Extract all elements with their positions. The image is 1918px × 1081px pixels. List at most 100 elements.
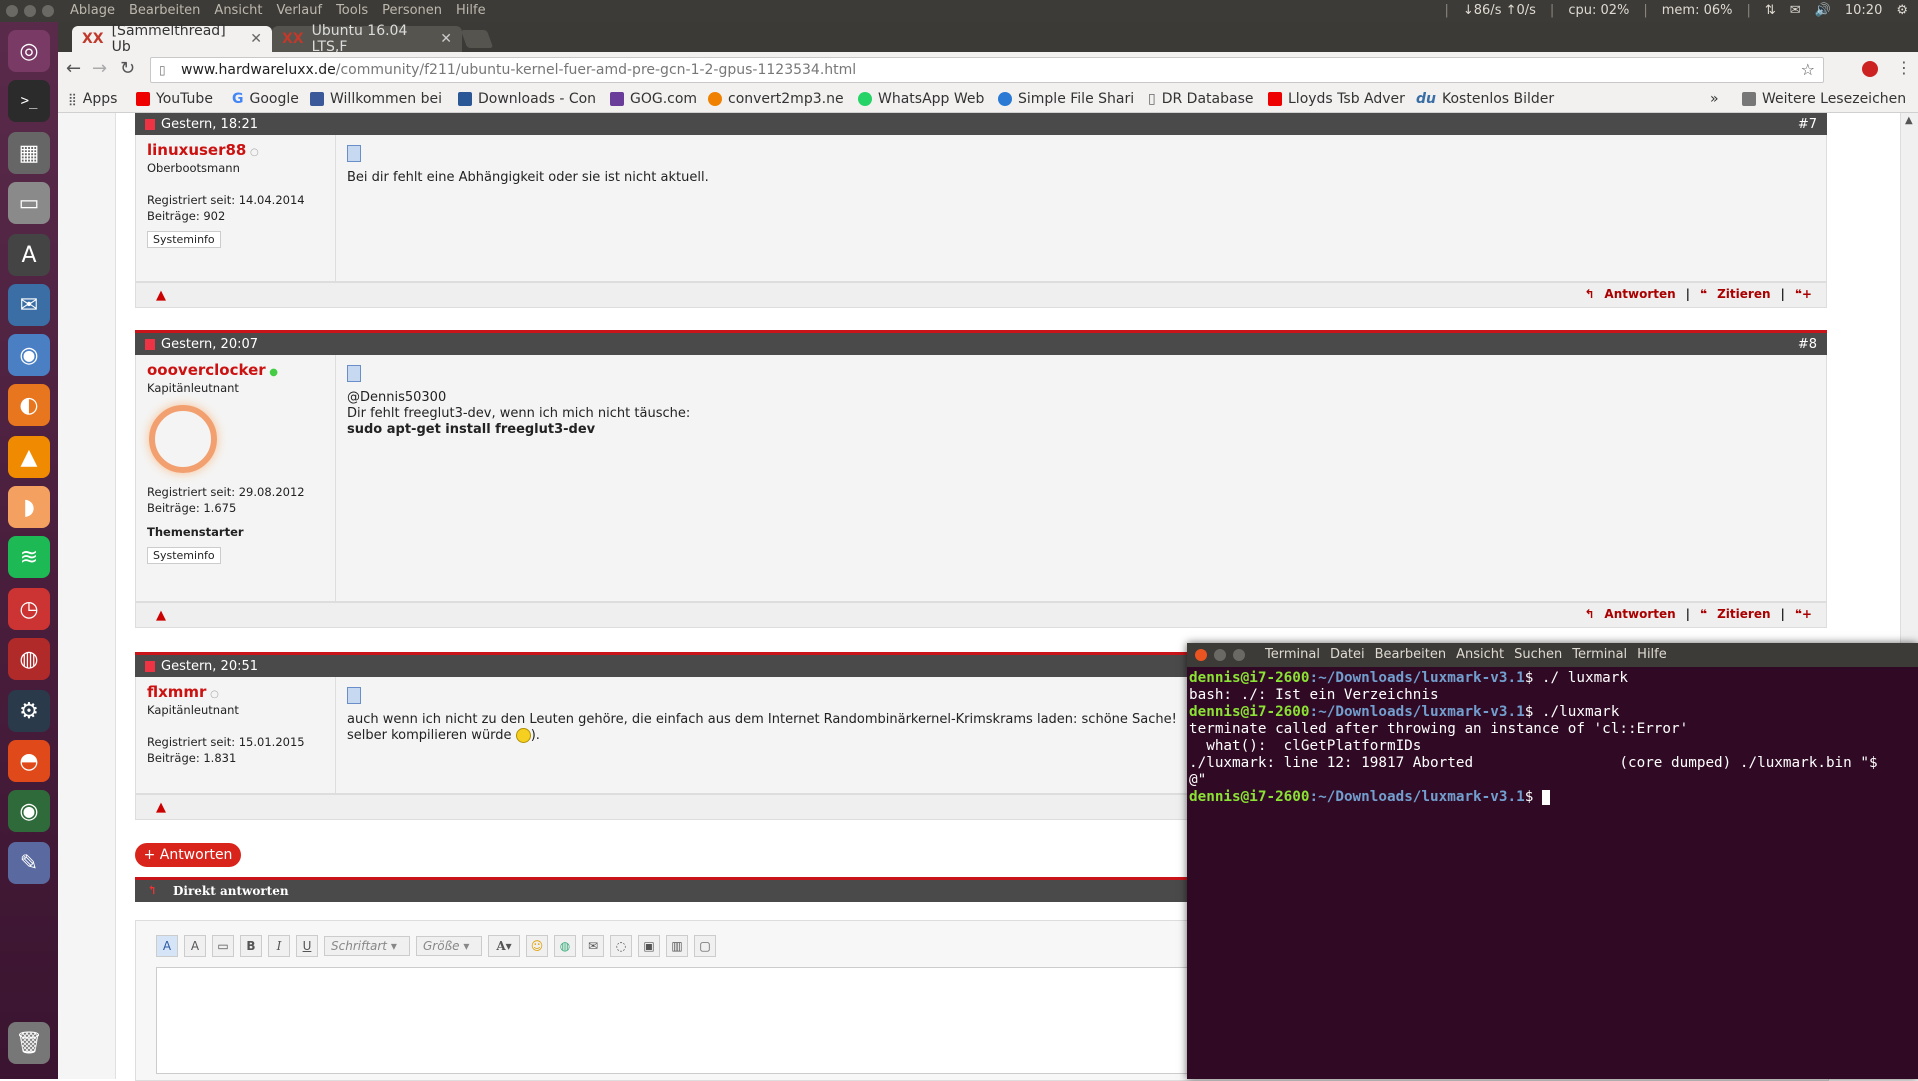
timer-icon[interactable]: ◷ xyxy=(8,588,50,630)
reload-icon[interactable]: ↻ xyxy=(120,58,135,79)
clock[interactable]: 10:20 xyxy=(1845,3,1882,18)
menu-verlauf[interactable]: Verlauf xyxy=(276,3,322,18)
forward-icon[interactable]: → xyxy=(92,58,107,79)
calculator-icon[interactable]: ▦ xyxy=(8,132,50,174)
thunderbird-icon[interactable]: ✉ xyxy=(8,284,50,326)
font-select[interactable]: Schriftart ▾ xyxy=(324,936,410,956)
address-bar[interactable]: ▯ www.hardwareluxx.de/community/f211/ubu… xyxy=(150,57,1824,83)
window-close-icon[interactable] xyxy=(6,5,18,17)
bookmark-gog[interactable]: GOG.com xyxy=(610,91,697,107)
multiquote-icon[interactable]: ❝+ xyxy=(1795,287,1812,301)
tab-ubuntu[interactable]: XX Ubuntu 16.04 LTS,F ✕ xyxy=(272,23,462,55)
menu-ansicht[interactable]: Ansicht xyxy=(214,3,262,18)
italic-icon[interactable]: I xyxy=(268,935,290,957)
menu-ablage[interactable]: Ablage xyxy=(70,3,115,18)
terminal-close-icon[interactable] xyxy=(1195,649,1207,661)
trash-icon[interactable]: 🗑 xyxy=(8,1022,50,1064)
steam-icon[interactable]: ⚙ xyxy=(8,690,50,732)
menu-bearbeiten[interactable]: Bearbeiten xyxy=(129,3,200,18)
systeminfo-button[interactable]: Systeminfo xyxy=(147,547,221,564)
bookmark-kostenlos-bilder[interactable]: du Kostenlos Bilder xyxy=(1416,91,1554,107)
software-updater-icon[interactable]: A xyxy=(8,234,50,276)
close-tab-icon[interactable]: ✕ xyxy=(440,31,452,47)
bookmark-lloyds[interactable]: Lloyds Tsb Adver xyxy=(1268,91,1405,107)
systeminfo-button[interactable]: Systeminfo xyxy=(147,231,221,248)
app-red-icon[interactable]: ◍ xyxy=(8,638,50,680)
underline-icon[interactable]: U xyxy=(296,935,318,957)
email-icon[interactable]: ✉ xyxy=(582,935,604,957)
new-tab-button[interactable] xyxy=(460,30,494,48)
reply-link[interactable]: Antworten xyxy=(1604,287,1675,301)
quote-block-icon[interactable]: ▢ xyxy=(694,935,716,957)
adblock-extension-icon[interactable] xyxy=(1862,61,1878,77)
report-warning-icon[interactable]: ▲ xyxy=(156,608,166,623)
reply-button[interactable]: + Antworten xyxy=(135,843,241,867)
chrome-menu-icon[interactable]: ⋮ xyxy=(1896,58,1912,77)
mem-indicator[interactable]: mem: 06% xyxy=(1662,3,1733,18)
bookmark-simple-file-sharing[interactable]: Simple File Shari xyxy=(998,91,1134,107)
terminal-output[interactable]: dennis@i7-2600:~/Downloads/luxmark-v3.1$… xyxy=(1189,670,1878,806)
window-maximize-icon[interactable] xyxy=(42,5,54,17)
post-number[interactable]: #7 xyxy=(1798,117,1817,132)
terminal-menu-terminal[interactable]: Terminal xyxy=(1572,647,1627,662)
terminal-menu-ansicht[interactable]: Ansicht xyxy=(1456,647,1504,662)
link-icon[interactable]: ◍ xyxy=(554,935,576,957)
mail-icon[interactable]: ✉ xyxy=(1790,3,1801,18)
bookmark-downloads[interactable]: Downloads - Con xyxy=(458,91,596,107)
app-tool-icon[interactable]: ✎ xyxy=(8,842,50,884)
window-minimize-icon[interactable] xyxy=(24,5,36,17)
volume-icon[interactable]: 🔊 xyxy=(1815,3,1831,18)
menu-personen[interactable]: Personen xyxy=(382,3,442,18)
dash-icon[interactable]: ◎ xyxy=(8,30,50,72)
bookmark-apps[interactable]: ⣿ Apps xyxy=(68,91,117,107)
unlink-icon[interactable]: ◌ xyxy=(610,935,632,957)
bookmarks-overflow[interactable]: » xyxy=(1710,91,1719,107)
terminal-minimize-icon[interactable] xyxy=(1214,649,1226,661)
username-link[interactable]: linuxuser88 xyxy=(147,141,246,159)
remove-format-icon[interactable]: A xyxy=(184,935,206,957)
bookmark-google[interactable]: G Google xyxy=(232,91,299,107)
wysiwyg-mode-icon[interactable]: A xyxy=(156,935,178,957)
multiquote-icon[interactable]: ❝+ xyxy=(1795,607,1812,621)
post-number[interactable]: #8 xyxy=(1798,337,1817,352)
reply-link[interactable]: Antworten xyxy=(1604,607,1675,621)
terminal-menu-bearbeiten[interactable]: Bearbeiten xyxy=(1375,647,1446,662)
settings-gear-icon[interactable]: ⚙ xyxy=(1896,3,1908,18)
user-avatar[interactable] xyxy=(149,405,217,473)
spotify-icon[interactable]: ≋ xyxy=(8,536,50,578)
terminal-menu-hilfe[interactable]: Hilfe xyxy=(1637,647,1667,662)
bookmark-youtube[interactable]: YouTube xyxy=(136,91,213,107)
network-icon[interactable]: ⇅ xyxy=(1765,3,1776,18)
smilies-icon[interactable]: ☺ xyxy=(526,935,548,957)
bold-icon[interactable]: B xyxy=(240,935,262,957)
app-green-icon[interactable]: ◉ xyxy=(8,790,50,832)
bookmark-dr-database[interactable]: ▯ DR Database xyxy=(1148,91,1253,107)
paste-icon[interactable]: ▭ xyxy=(212,935,234,957)
app-orange-icon[interactable]: ◓ xyxy=(8,740,50,782)
close-tab-icon[interactable]: ✕ xyxy=(250,31,262,47)
quote-link[interactable]: Zitieren xyxy=(1717,607,1770,621)
size-select[interactable]: Größe ▾ xyxy=(416,936,482,956)
image-icon[interactable]: ▣ xyxy=(638,935,660,957)
table-icon[interactable]: ▥ xyxy=(666,935,688,957)
text-color-icon[interactable]: A▾ xyxy=(488,935,520,957)
bookmark-convert2mp3[interactable]: convert2mp3.ne xyxy=(708,91,844,107)
back-icon[interactable]: ← xyxy=(66,58,81,79)
net-indicator[interactable]: ↓86/s ↑0/s xyxy=(1463,3,1536,18)
terminal-window[interactable]: Terminal Datei Bearbeiten Ansicht Suchen… xyxy=(1187,643,1918,1079)
report-warning-icon[interactable]: ▲ xyxy=(156,288,166,303)
terminal-menu-datei[interactable]: Datei xyxy=(1330,647,1365,662)
chromium-icon[interactable]: ◉ xyxy=(8,334,50,376)
terminal-maximize-icon[interactable] xyxy=(1233,649,1245,661)
other-bookmarks[interactable]: Weitere Lesezeichen xyxy=(1742,91,1906,107)
username-link[interactable]: flxmmr xyxy=(147,683,206,701)
scroll-up-icon[interactable]: ▲ xyxy=(1905,115,1913,126)
report-warning-icon[interactable]: ▲ xyxy=(156,800,166,815)
terminal-launcher-icon[interactable]: >_ xyxy=(8,80,50,122)
bookmark-whatsapp[interactable]: WhatsApp Web xyxy=(858,91,984,107)
firefox-icon[interactable]: ◐ xyxy=(8,384,50,426)
username-link[interactable]: oooverclocker xyxy=(147,361,266,379)
bookmark-facebook[interactable]: Willkommen bei xyxy=(310,91,442,107)
terminal-menu-suchen[interactable]: Suchen xyxy=(1514,647,1562,662)
tab-sammelthread[interactable]: XX [Sammelthread] Ub ✕ xyxy=(72,23,272,55)
